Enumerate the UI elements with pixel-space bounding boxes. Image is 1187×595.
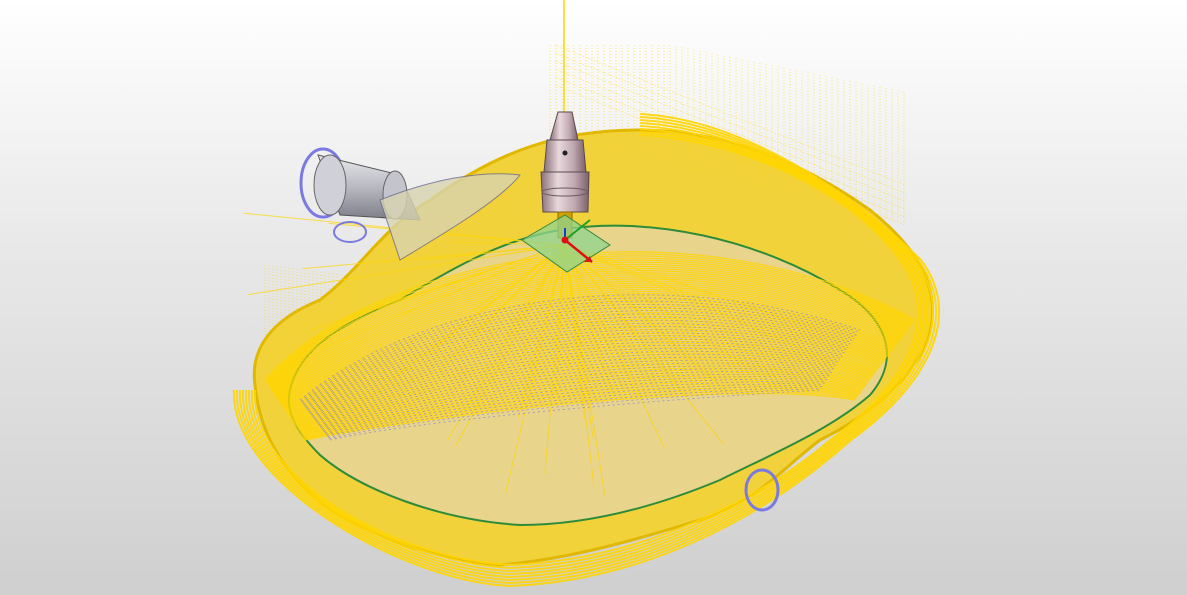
cam-scene[interactable]	[0, 0, 1187, 595]
graphics-viewport[interactable]	[0, 0, 1187, 595]
tool-holder-icon	[549, 111, 579, 141]
cutting-tool[interactable]	[540, 0, 590, 239]
